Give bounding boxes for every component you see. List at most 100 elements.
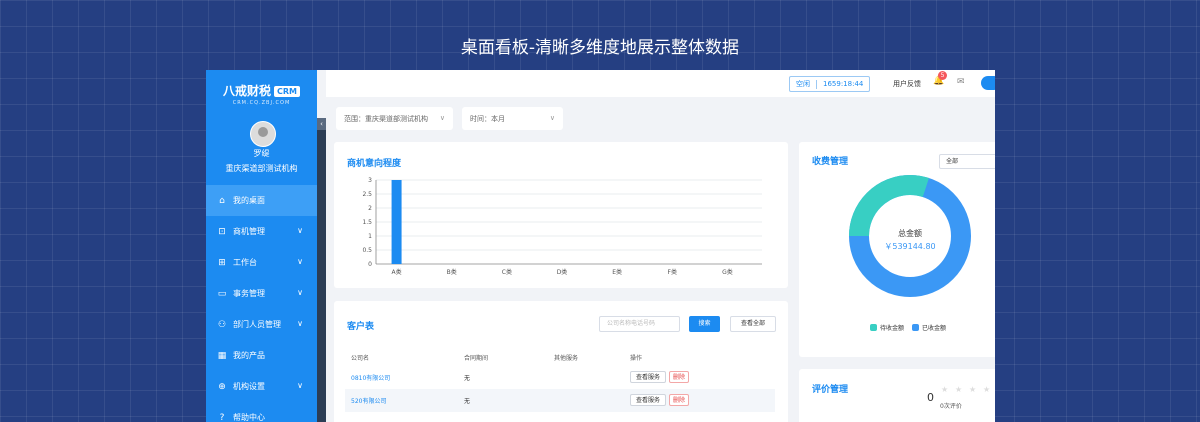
y-tick-label: 2.5 — [362, 191, 372, 198]
y-tick-label: 1.5 — [362, 219, 372, 226]
column-header: 合同期间 — [464, 355, 489, 362]
logo-text: 八戒财税 — [222, 84, 271, 98]
chevron-down-icon: ∨ — [297, 226, 303, 235]
legend-swatch — [912, 324, 919, 331]
card-title: 评价管理 — [812, 385, 849, 395]
y-tick-label: 3 — [368, 177, 372, 184]
sidebar: 八戒财税 CRM CRM.CQ.ZBJ.COM 罗缇 重庆渠道部测试机构 ⌂ 我的… — [206, 70, 317, 422]
company-link[interactable]: 0810有限公司 — [351, 373, 390, 382]
y-tick-label: 0.5 — [362, 247, 372, 254]
chevron-down-icon: ∨ — [297, 288, 303, 297]
view-service-button[interactable]: 查看服务 — [630, 394, 666, 406]
evaluation-card: 评价管理 0 ★ ★ ★ ★ 0次评价 — [799, 369, 995, 422]
y-tick-label: 2 — [368, 205, 372, 212]
logo-subtitle: CRM.CQ.ZBJ.COM — [232, 100, 291, 106]
x-tick-label: G类 — [722, 268, 733, 276]
legend-item-received[interactable]: 已收金额 — [912, 323, 946, 332]
sidebar-item-opportunity[interactable]: ⊡ 商机管理 ∨ — [206, 216, 317, 247]
column-header: 公司名 — [351, 355, 370, 362]
top-bar: 空闲 1659:18:44 用户反馈 🔔 5 ✉ — [326, 70, 995, 97]
banner-title: 桌面看板-清晰多维度地展示整体数据 — [460, 38, 740, 58]
chevron-down-icon: ∨ — [297, 319, 303, 328]
view-service-button[interactable]: 查看服务 — [630, 371, 666, 383]
sidebar-item-label: 我的产品 — [233, 351, 265, 360]
sidebar-item-workbench[interactable]: ⊞ 工作台 ∨ — [206, 247, 317, 278]
timer-value: 1659:18:44 — [823, 80, 864, 88]
workbench-icon: ⊞ — [218, 257, 226, 268]
customer-card: 客户表 公司名称电话号码 搜索 查看全部 公司名 合同期间 其他服务 操作 08… — [334, 301, 788, 422]
column-header: 其他服务 — [554, 355, 579, 362]
x-tick-label: F类 — [668, 268, 677, 276]
search-button[interactable]: 搜索 — [689, 316, 720, 332]
user-org: 重庆渠道部测试机构 — [225, 164, 298, 173]
mail-icon[interactable]: ✉ — [957, 77, 965, 87]
sidebar-nav: ⌂ 我的桌面 ⊡ 商机管理 ∨ ⊞ 工作台 ∨ ▭ 事务管理 ∨ ⚇ 部门人员管… — [206, 185, 317, 422]
chevron-down-icon: ∨ — [549, 114, 555, 122]
card-title: 客户表 — [347, 322, 375, 332]
chevron-left-icon[interactable]: ‹ — [317, 118, 326, 130]
column-header: 操作 — [630, 355, 643, 362]
scope-select[interactable]: 范围：重庆渠道部测试机构 ∨ — [336, 107, 453, 130]
bar-chart: 0 0.5 1 1.5 2 2.5 3 A类 B类 C类 D类 E类 F类 G类 — [362, 177, 762, 276]
legend-label: 已收金额 — [922, 325, 947, 332]
sidebar-item-staff[interactable]: ⚇ 部门人员管理 ∨ — [206, 309, 317, 340]
star-icon: ★ — [983, 385, 991, 394]
sidebar-item-label: 帮助中心 — [233, 413, 265, 422]
delete-button[interactable]: 删除 — [669, 371, 689, 383]
sidebar-item-desktop[interactable]: ⌂ 我的桌面 — [206, 185, 317, 216]
star-icon: ★ — [955, 385, 963, 394]
time-select-value: 时间：本月 — [470, 114, 505, 123]
sidebar-item-affairs[interactable]: ▭ 事务管理 ∨ — [206, 278, 317, 309]
notification-badge: 5 — [938, 71, 947, 80]
view-all-button[interactable]: 查看全部 — [730, 316, 776, 332]
status-timer[interactable]: 空闲 1659:18:44 — [789, 76, 871, 92]
legend-item-pending[interactable]: 待收金额 — [870, 323, 904, 332]
user-menu-button[interactable] — [981, 76, 995, 90]
contract-period: 无 — [464, 398, 471, 405]
star-icon: ★ — [941, 385, 949, 394]
bar[interactable] — [391, 180, 402, 264]
logo[interactable]: 八戒财税 CRM — [206, 82, 317, 99]
company-link[interactable]: 520有限公司 — [351, 396, 386, 405]
legend-label: 待收金额 — [880, 325, 905, 332]
sidebar-item-label: 部门人员管理 — [233, 320, 281, 329]
contract-period: 无 — [464, 375, 471, 382]
search-input[interactable]: 公司名称电话号码 — [599, 316, 680, 332]
x-tick-label: E类 — [612, 268, 622, 276]
delete-button[interactable]: 删除 — [669, 394, 689, 406]
legend-swatch — [870, 324, 877, 331]
home-icon: ⌂ — [219, 195, 225, 206]
user-group-icon: ⚇ — [217, 319, 227, 330]
chevron-down-icon: ∨ — [297, 381, 303, 390]
feedback-link[interactable]: 用户反馈 — [893, 79, 921, 89]
evaluation-count: 0次评价 — [940, 403, 962, 410]
y-tick-label: 0 — [368, 261, 372, 268]
fee-card: 收费管理 全部 总金额 ￥539144.80 待收金额 已收金额 — [799, 142, 995, 357]
chevron-down-icon: ∨ — [297, 257, 303, 266]
sidebar-item-org-settings[interactable]: ⊕ 机构设置 ∨ — [206, 371, 317, 402]
donut-center-label: 总金额 — [898, 228, 922, 238]
x-tick-label: A类 — [392, 268, 402, 276]
lock-icon: ⊡ — [218, 226, 226, 237]
table-row: 520有限公司 无 查看服务 删除 — [345, 389, 775, 412]
grid-icon: ▦ — [217, 350, 227, 361]
help-icon: ? — [219, 412, 225, 422]
donut-total-value: ￥539144.80 — [884, 242, 935, 251]
avatar[interactable] — [250, 121, 276, 147]
sidebar-item-help[interactable]: ? 帮助中心 — [206, 402, 317, 422]
time-select[interactable]: 时间：本月 ∨ — [462, 107, 563, 130]
sidebar-item-label: 工作台 — [233, 258, 257, 267]
opportunity-card: 商机意向程度 0 0.5 1 1.5 2 2.5 3 A类 B类 C类 D类 E类 F类 G类 — [334, 142, 788, 288]
x-tick-label: C类 — [502, 268, 512, 276]
scope-select-value: 范围：重庆渠道部测试机构 — [344, 114, 428, 123]
evaluation-score: 0 — [927, 391, 934, 404]
sidebar-scrollbar[interactable]: ‹ — [317, 118, 326, 422]
table-row: 0810有限公司 无 查看服务 删除 — [345, 366, 775, 389]
status-label: 空闲 — [796, 80, 810, 88]
sidebar-item-products[interactable]: ▦ 我的产品 — [206, 340, 317, 371]
y-tick-label: 1 — [368, 233, 372, 240]
app-window: 八戒财税 CRM CRM.CQ.ZBJ.COM 罗缇 重庆渠道部测试机构 ⌂ 我的… — [206, 70, 995, 422]
logo-badge: CRM — [274, 86, 300, 97]
org-icon: ⊕ — [218, 381, 226, 392]
user-name: 罗缇 — [253, 149, 270, 158]
